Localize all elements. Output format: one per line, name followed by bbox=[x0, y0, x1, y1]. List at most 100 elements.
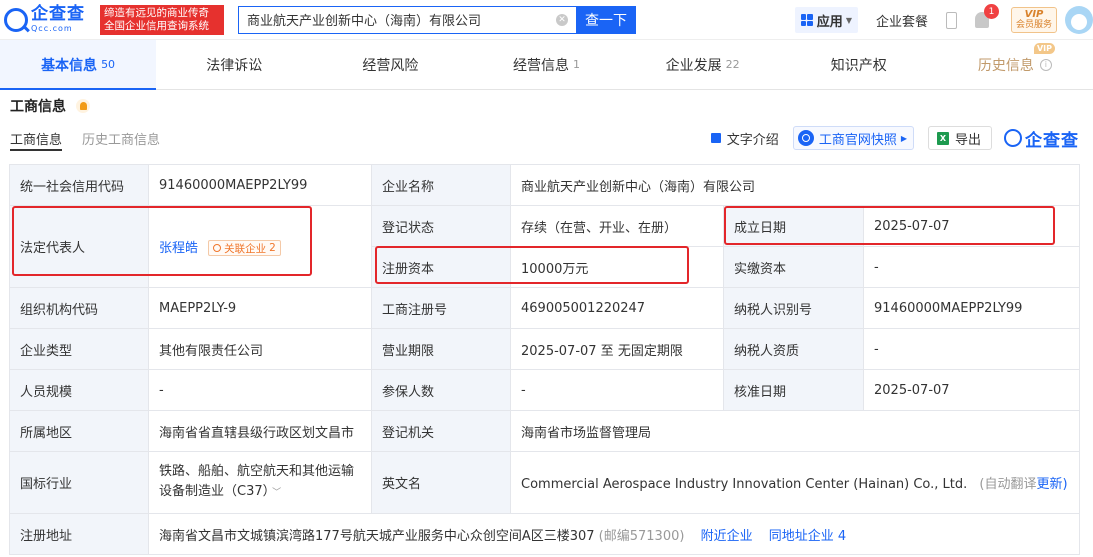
label-reg-address: 注册地址 bbox=[9, 513, 149, 555]
value-taxpayer-id: 91460000MAEPP2LY99 bbox=[862, 287, 1081, 329]
value-company-type: 其他有限责任公司 bbox=[148, 328, 372, 370]
label-company-name: 企业名称 bbox=[371, 164, 511, 206]
value-credit-code: 91460000MAEPP2LY99 bbox=[148, 164, 372, 206]
label-staff-size: 人员规模 bbox=[9, 369, 149, 411]
info-icon[interactable]: i bbox=[1039, 58, 1052, 71]
table-row: 国标行业 铁路、船舶、航空航天和其他运输设备制造业（C37） ﹀ 英文名 Comm… bbox=[9, 451, 1081, 514]
subtab-business-info[interactable]: 工商信息 bbox=[10, 122, 63, 154]
postal-code: (邮编571300) bbox=[598, 528, 685, 544]
qcc-logo[interactable]: 企查查 Qcc.com bbox=[4, 6, 96, 33]
nearby-companies-link[interactable]: 附近企业 bbox=[701, 529, 753, 544]
link-icon bbox=[213, 244, 222, 252]
tab-legal[interactable]: 法律诉讼 bbox=[156, 40, 312, 89]
label-company-type: 企业类型 bbox=[9, 328, 149, 370]
value-approval-date: 2025-07-07 bbox=[862, 369, 1081, 411]
snapshot-icon bbox=[797, 130, 814, 146]
label-paid-capital: 实缴资本 bbox=[723, 246, 864, 288]
related-companies-tag[interactable]: 关联企业 2 bbox=[208, 240, 281, 256]
value-org-code: MAEPP2LY-9 bbox=[148, 287, 372, 329]
label-legal-rep: 法定代表人 bbox=[9, 205, 149, 288]
qcc-logo-icon bbox=[1004, 129, 1022, 147]
vip-tag: VIP bbox=[1033, 43, 1055, 54]
business-info-table: 统一社会信用代码 91460000MAEPP2LY99 企业名称 商业航天产业创… bbox=[9, 164, 1081, 555]
section-title: 工商信息 bbox=[0, 90, 1093, 122]
value-insured-count: - bbox=[510, 369, 724, 411]
logo-domain: Qcc.com bbox=[31, 24, 73, 33]
update-link[interactable]: 更新) bbox=[1037, 477, 1068, 492]
value-reg-status: 存续（在营、开业、在册） bbox=[510, 205, 724, 247]
value-region: 海南省省直辖县级行政区划文昌市 bbox=[148, 410, 372, 452]
export-button[interactable]: X 导出 bbox=[927, 126, 992, 150]
tab-business-info[interactable]: 经营信息 1 bbox=[468, 40, 624, 89]
main-tabs: 基本信息 50 法律诉讼 经营风险 经营信息 1 企业发展 22 知识产权 VIP 历… bbox=[0, 40, 1093, 90]
table-row: 人员规模 - 参保人数 - 核准日期 2025-07-07 bbox=[9, 369, 1081, 411]
label-reg-capital: 注册资本 bbox=[371, 246, 511, 288]
caret-down-icon: ▼ bbox=[845, 15, 852, 25]
vip-service-button[interactable]: VIP 会员服务 bbox=[1010, 7, 1057, 33]
text-intro-button[interactable]: 文字介绍 bbox=[710, 129, 779, 148]
table-row: 组织机构代码 MAEPP2LY-9 工商注册号 469005001220247 … bbox=[9, 287, 1081, 329]
sub-tabs: 工商信息 历史工商信息 文字介绍 工商官网快照 ▶ X 导出 企查查 bbox=[0, 122, 1093, 154]
auto-translate-note: (自动翻译 bbox=[979, 477, 1037, 492]
qcc-logo-icon bbox=[4, 7, 28, 32]
subtab-history-business-info[interactable]: 历史工商信息 bbox=[82, 122, 160, 154]
chevron-down-icon[interactable]: ﹀ bbox=[272, 488, 281, 498]
notification-button[interactable]: 1 bbox=[974, 4, 999, 28]
tab-risk[interactable]: 经营风险 bbox=[312, 40, 468, 89]
mobile-icon[interactable] bbox=[945, 11, 957, 29]
label-insured-count: 参保人数 bbox=[371, 369, 511, 411]
value-business-term: 2025-07-07 至 无固定期限 bbox=[510, 328, 724, 370]
label-industry: 国标行业 bbox=[9, 451, 149, 514]
document-icon bbox=[710, 133, 721, 143]
monitor-bell-icon[interactable] bbox=[76, 99, 90, 113]
tab-development[interactable]: 企业发展 22 bbox=[625, 40, 781, 89]
value-legal-rep: 张程皓 关联企业 2 bbox=[148, 205, 372, 288]
value-reg-address: 海南省文昌市文城镇滨湾路177号航天城产业服务中心众创空间A区三楼307 (邮编… bbox=[147, 513, 1081, 555]
value-reg-number: 469005001220247 bbox=[510, 287, 724, 329]
table-row: 企业类型 其他有限责任公司 营业期限 2025-07-07 至 无固定期限 纳税… bbox=[9, 328, 1081, 370]
play-arrow-icon: ▶ bbox=[900, 133, 907, 143]
legal-rep-link[interactable]: 张程皓 bbox=[159, 241, 198, 256]
label-org-code: 组织机构代码 bbox=[9, 287, 149, 329]
user-avatar[interactable] bbox=[1065, 6, 1093, 34]
value-english-name: Commercial Aerospace Industry Innovation… bbox=[509, 451, 1081, 514]
app-menu-button[interactable]: 应用 ▼ bbox=[794, 7, 858, 33]
official-snapshot-button[interactable]: 工商官网快照 ▶ bbox=[792, 126, 914, 150]
table-row: 法定代表人 张程皓 关联企业 2 登记状态 存续（在营、开业、在册） 成立日期 … bbox=[9, 205, 1081, 288]
search-bar: 商业航天产业创新中心（海南）有限公司 ✕ 查一下 bbox=[238, 5, 636, 34]
enterprise-suite-link[interactable]: 企业套餐 bbox=[876, 11, 928, 30]
value-paid-capital: - bbox=[862, 246, 1081, 288]
label-reg-authority: 登记机关 bbox=[371, 410, 511, 452]
label-taxpayer-qualification: 纳税人资质 bbox=[723, 328, 864, 370]
notification-badge: 1 bbox=[983, 4, 999, 19]
table-row: 注册地址 海南省文昌市文城镇滨湾路177号航天城产业服务中心众创空间A区三楼30… bbox=[9, 513, 1081, 555]
label-reg-status: 登记状态 bbox=[371, 205, 511, 247]
label-reg-number: 工商注册号 bbox=[371, 287, 511, 329]
excel-icon: X bbox=[936, 131, 949, 145]
slogan-banner: 缔造有远见的商业传奇 全国企业信用查询系统 bbox=[100, 4, 224, 35]
clear-icon[interactable]: ✕ bbox=[556, 13, 568, 26]
value-taxpayer-qualification: - bbox=[862, 328, 1081, 370]
table-row: 所属地区 海南省省直辖县级行政区划文昌市 登记机关 海南省市场监督管理局 bbox=[9, 410, 1081, 452]
grid-icon bbox=[800, 14, 813, 26]
tab-ip[interactable]: 知识产权 bbox=[781, 40, 937, 89]
same-address-link[interactable]: 同地址企业 4 bbox=[769, 529, 846, 544]
table-row: 统一社会信用代码 91460000MAEPP2LY99 企业名称 商业航天产业创… bbox=[9, 164, 1081, 206]
value-industry: 铁路、船舶、航空航天和其他运输设备制造业（C37） ﹀ bbox=[148, 451, 372, 514]
value-reg-capital: 10000万元 bbox=[510, 246, 724, 288]
label-region: 所属地区 bbox=[9, 410, 149, 452]
label-business-term: 营业期限 bbox=[371, 328, 511, 370]
tab-basic-info[interactable]: 基本信息 50 bbox=[0, 40, 157, 90]
search-input[interactable]: 商业航天产业创新中心（海南）有限公司 ✕ bbox=[238, 5, 576, 34]
label-founded-date: 成立日期 bbox=[723, 205, 864, 247]
label-taxpayer-id: 纳税人识别号 bbox=[723, 287, 864, 329]
value-staff-size: - bbox=[148, 369, 372, 411]
top-header: 企查查 Qcc.com 缔造有远见的商业传奇 全国企业信用查询系统 商业航天产业… bbox=[0, 0, 1093, 40]
label-credit-code: 统一社会信用代码 bbox=[9, 164, 149, 206]
search-button[interactable]: 查一下 bbox=[576, 5, 636, 34]
label-approval-date: 核准日期 bbox=[723, 369, 864, 411]
logo-text: 企查查 bbox=[31, 4, 85, 24]
tab-history[interactable]: VIP 历史信息 i bbox=[937, 40, 1093, 89]
qcc-brand: 企查查 bbox=[1004, 126, 1079, 151]
label-english-name: 英文名 bbox=[371, 451, 511, 514]
